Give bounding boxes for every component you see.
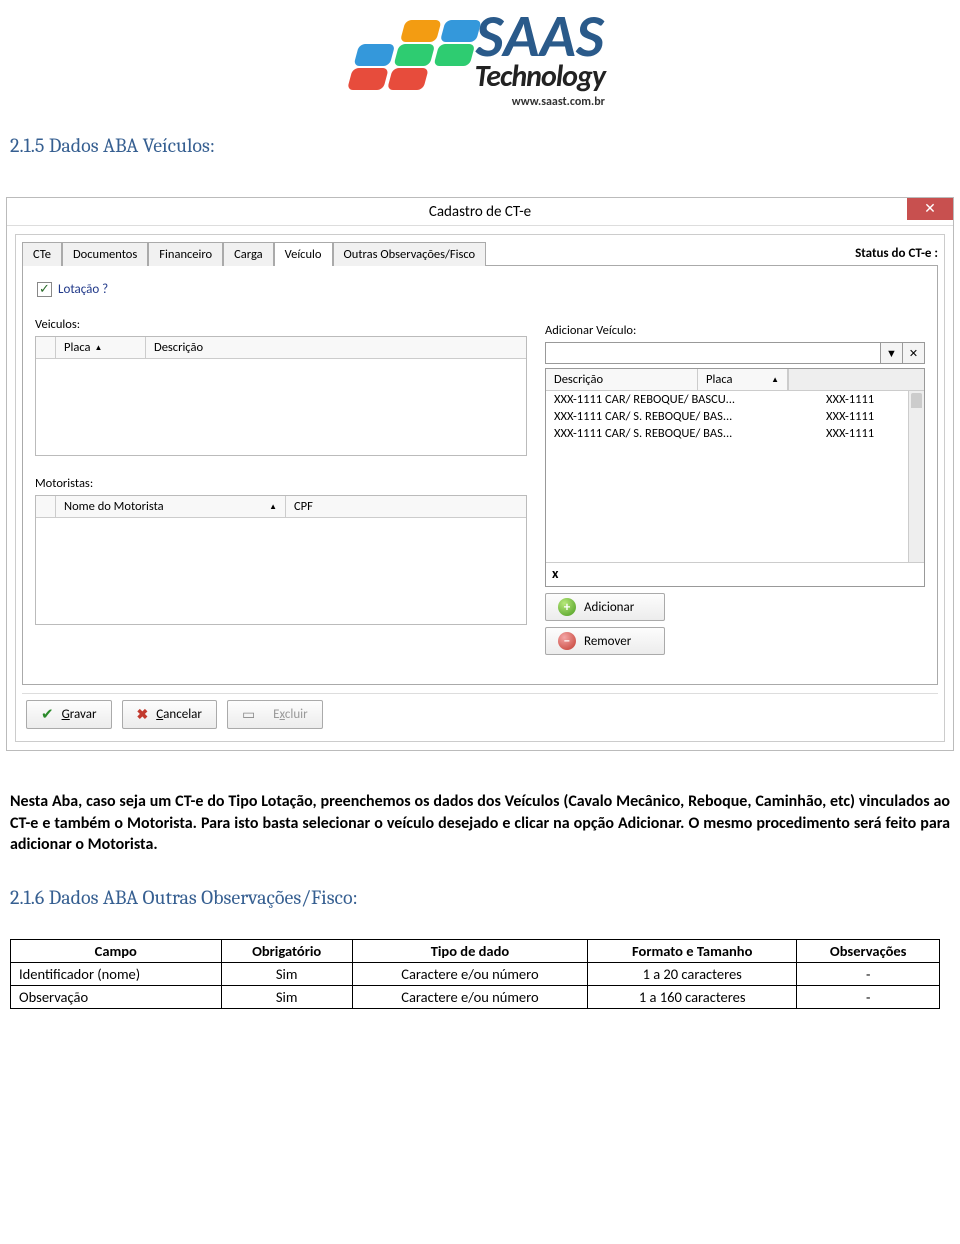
veiculos-col-placa[interactable]: Placa ▲ bbox=[56, 337, 146, 358]
footer-bar: ✔ Gravar ✖ Cancelar ▭ Excluir bbox=[22, 693, 938, 735]
remover-button[interactable]: − Remover bbox=[545, 627, 665, 655]
dd-row[interactable]: XXX-1111 CAR/ REBOQUE/ BASCU...XXX-1111 bbox=[546, 391, 924, 408]
motoristas-col-selector bbox=[36, 496, 56, 517]
close-icon: ✕ bbox=[924, 200, 936, 217]
motoristas-title: Motoristas: bbox=[35, 476, 527, 491]
lotacao-label: Lotação ? bbox=[58, 282, 108, 297]
spec-header: Formato e Tamanho bbox=[588, 939, 797, 962]
logo-icon bbox=[344, 20, 475, 100]
cte-window: Cadastro de CT-e ✕ CTeDocumentosFinancei… bbox=[6, 197, 954, 751]
tab-documentos[interactable]: Documentos bbox=[62, 242, 148, 266]
add-veiculo-combo[interactable] bbox=[545, 342, 881, 364]
spec-header: Observações bbox=[797, 939, 940, 962]
cancelar-button[interactable]: ✖ Cancelar bbox=[122, 700, 217, 729]
veiculos-col-descricao[interactable]: Descrição bbox=[146, 337, 526, 358]
add-veiculo-dropdown: Descrição Placa ▲ XXX-1111 CAR/ REBOQUE/… bbox=[545, 368, 925, 587]
excluir-button[interactable]: ▭ Excluir bbox=[227, 700, 323, 729]
motoristas-grid[interactable]: Nome do Motorista ▲ CPF bbox=[35, 495, 527, 625]
spec-row: ObservaçãoSimCaractere e/ou número1 a 16… bbox=[11, 985, 940, 1008]
spec-header: Campo bbox=[11, 939, 222, 962]
dd-row[interactable]: XXX-1111 CAR/ S. REBOQUE/ BAS...XXX-1111 bbox=[546, 425, 924, 442]
veiculos-col-selector bbox=[36, 337, 56, 358]
lotacao-checkbox[interactable]: ✓ Lotação ? bbox=[37, 282, 925, 297]
tab-carga[interactable]: Carga bbox=[223, 242, 273, 266]
delete-icon: ▭ bbox=[242, 706, 255, 723]
tab-veiculo-page: ✓ Lotação ? Veiculos: Placa ▲ bbox=[22, 265, 938, 685]
sort-asc-icon: ▲ bbox=[771, 375, 779, 385]
window-title: Cadastro de CT-e bbox=[429, 203, 531, 221]
remove-icon: − bbox=[558, 632, 576, 650]
logo-url: www.saast.com.br bbox=[475, 95, 605, 109]
check-icon: ✔ bbox=[41, 705, 54, 724]
tabs-row: CTeDocumentosFinanceiroCargaVeículoOutra… bbox=[22, 241, 938, 265]
close-button[interactable]: ✕ bbox=[907, 198, 953, 220]
motoristas-col-nome[interactable]: Nome do Motorista ▲ bbox=[56, 496, 286, 517]
dd-col-placa[interactable]: Placa ▲ bbox=[698, 369, 788, 390]
dd-row[interactable]: XXX-1111 CAR/ S. REBOQUE/ BAS...XXX-1111 bbox=[546, 408, 924, 425]
add-veiculo-title: Adicionar Veículo: bbox=[545, 323, 925, 338]
logo: SAAS Technology www.saast.com.br bbox=[0, 0, 960, 114]
veiculos-grid[interactable]: Placa ▲ Descrição bbox=[35, 336, 527, 456]
tab-outras-observa-es-fisco[interactable]: Outras Observações/Fisco bbox=[333, 242, 487, 266]
chevron-down-icon: ▼ bbox=[886, 347, 897, 360]
gravar-button[interactable]: ✔ Gravar bbox=[26, 700, 112, 729]
veiculos-title: Veiculos: bbox=[35, 317, 527, 332]
section-heading-veiculos: 2.1.5 Dados ABA Veículos: bbox=[0, 114, 960, 167]
spec-header: Obrigatório bbox=[221, 939, 352, 962]
logo-brand-top: SAAS bbox=[475, 10, 605, 64]
spec-table: CampoObrigatórioTipo de dadoFormato e Ta… bbox=[10, 939, 940, 1009]
adicionar-button[interactable]: + Adicionar bbox=[545, 593, 665, 621]
checkbox-icon: ✓ bbox=[37, 282, 52, 297]
tab-ve-culo[interactable]: Veículo bbox=[274, 242, 333, 266]
titlebar: Cadastro de CT-e ✕ bbox=[7, 198, 953, 226]
motoristas-col-cpf[interactable]: CPF bbox=[286, 496, 526, 517]
add-icon: + bbox=[558, 598, 576, 616]
dd-filter-close[interactable]: x bbox=[546, 562, 924, 586]
cancel-icon: ✖ bbox=[137, 706, 149, 723]
spec-header: Tipo de dado bbox=[352, 939, 587, 962]
clear-button[interactable]: ✕ bbox=[903, 342, 925, 364]
sort-asc-icon: ▲ bbox=[94, 343, 102, 353]
section-heading-observacoes: 2.1.6 Dados ABA Outras Observações/Fisco… bbox=[0, 866, 960, 919]
sort-asc-icon: ▲ bbox=[269, 502, 277, 512]
status-label: Status do CT-e : bbox=[855, 246, 938, 265]
tab-cte[interactable]: CTe bbox=[22, 242, 62, 266]
dd-col-descricao[interactable]: Descrição bbox=[546, 369, 698, 390]
spec-row: Identificador (nome)SimCaractere e/ou nú… bbox=[11, 962, 940, 985]
instruction-paragraph: Nesta Aba, caso seja um CT-e do Tipo Lot… bbox=[0, 761, 960, 866]
close-icon: ✕ bbox=[909, 347, 918, 360]
dropdown-button[interactable]: ▼ bbox=[881, 342, 903, 364]
tab-financeiro[interactable]: Financeiro bbox=[148, 242, 223, 266]
logo-brand-bottom: Technology bbox=[475, 58, 605, 95]
